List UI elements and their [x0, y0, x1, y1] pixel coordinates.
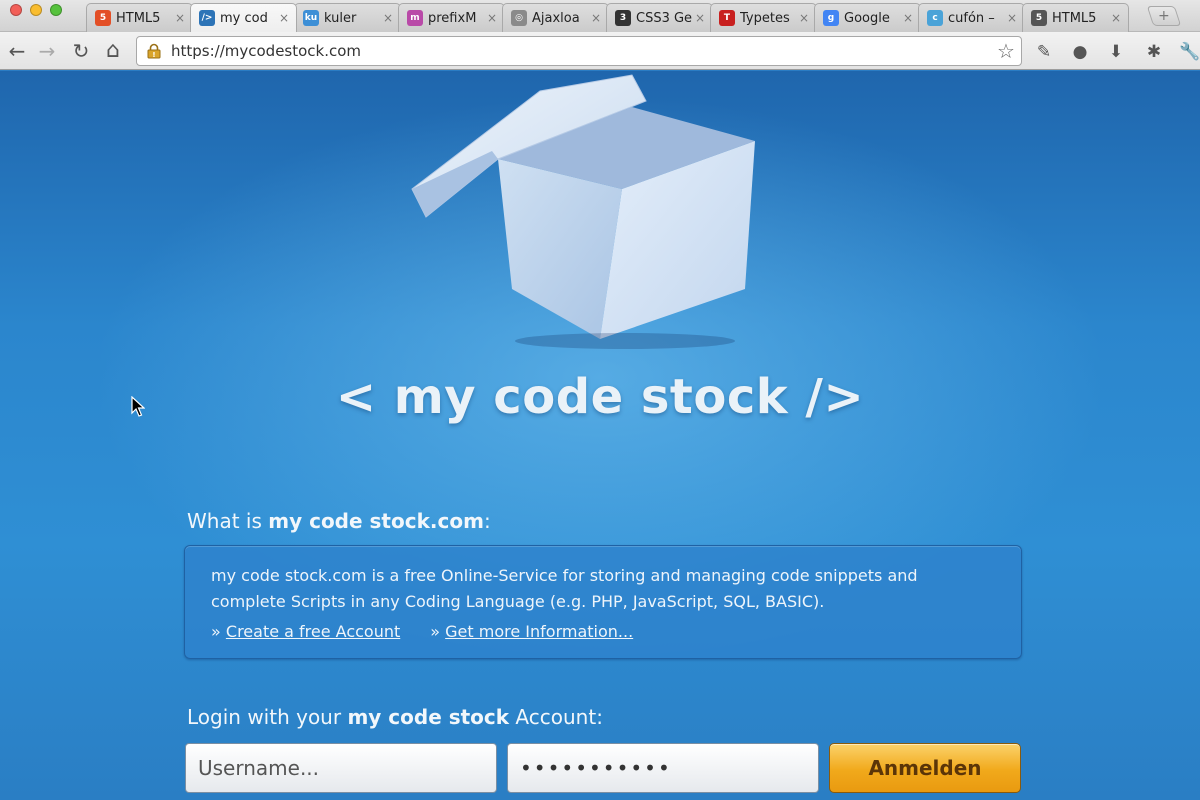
tab-label: kuler: [324, 10, 357, 26]
password-input[interactable]: •••••••••••: [507, 743, 819, 793]
tab-label: Typetes: [740, 10, 790, 26]
security-warning-lock-icon[interactable]: !: [145, 42, 163, 60]
tab-6[interactable]: T Typetes ×: [710, 3, 817, 32]
kuler-icon: ku: [303, 10, 319, 26]
bookmark-star-icon[interactable]: ☆: [991, 39, 1021, 63]
address-bar[interactable]: ! https://mycodestock.com ☆: [136, 36, 1022, 66]
tab-label: HTML5: [116, 10, 161, 26]
settings-wrench-icon[interactable]: 🔧: [1178, 40, 1200, 64]
tab-7[interactable]: g Google ×: [814, 3, 921, 32]
tab-2[interactable]: ku kuler ×: [294, 3, 401, 32]
about-description: my code stock.com is a free Online-Servi…: [211, 566, 918, 611]
create-account-link-wrap: » Create a free Account: [211, 622, 401, 641]
tab-9[interactable]: 5 HTML5 ×: [1022, 3, 1129, 32]
about-heading: What is my code stock.com:: [187, 509, 491, 533]
close-tab-icon[interactable]: ×: [486, 11, 498, 25]
box-illustration: [411, 74, 755, 349]
tab-label: HTML5: [1052, 10, 1097, 26]
reload-icon[interactable]: ↻: [68, 38, 94, 64]
tab-1[interactable]: /> my cod ×: [190, 3, 297, 32]
tab-label: Ajaxloa: [532, 10, 580, 26]
minimize-window-button[interactable]: [30, 4, 42, 16]
login-form: Username... ••••••••••• Anmelden: [185, 743, 1021, 793]
tab-label: cufón –: [948, 10, 995, 26]
close-tab-icon[interactable]: ×: [694, 11, 706, 25]
url-text: https://mycodestock.com: [171, 42, 362, 60]
username-input[interactable]: Username...: [185, 743, 497, 793]
globe-icon: ◎: [511, 10, 527, 26]
css3-generator-icon: 3: [615, 10, 631, 26]
tab-label: my cod: [220, 10, 268, 26]
more-info-link-wrap: » Get more Information...: [430, 622, 634, 641]
zoom-window-button[interactable]: [50, 4, 62, 16]
window-controls: [10, 4, 62, 16]
tab-4[interactable]: ◎ Ajaxloa ×: [502, 3, 609, 32]
more-info-link[interactable]: Get more Information...: [445, 622, 633, 641]
about-links: » Create a free Account » Get more Infor…: [211, 619, 995, 645]
close-tab-icon[interactable]: ×: [382, 11, 394, 25]
tab-8[interactable]: c cufón – ×: [918, 3, 1025, 32]
prefixmycss-icon: m: [407, 10, 423, 26]
close-tab-icon[interactable]: ×: [174, 11, 186, 25]
close-tab-icon[interactable]: ×: [278, 11, 290, 25]
close-tab-icon[interactable]: ×: [902, 11, 914, 25]
evernote-ext-icon[interactable]: ●: [1068, 40, 1092, 64]
tab-label: prefixM: [428, 10, 477, 26]
html5-icon: 5: [95, 10, 111, 26]
html5-please-icon: 5: [1031, 10, 1047, 26]
close-tab-icon[interactable]: ×: [1006, 11, 1018, 25]
tab-label: CSS3 Ge: [636, 10, 693, 26]
close-tab-icon[interactable]: ×: [1110, 11, 1122, 25]
mouse-cursor-icon: [131, 396, 145, 417]
about-info-box: my code stock.com is a free Online-Servi…: [184, 545, 1022, 659]
close-tab-icon[interactable]: ×: [798, 11, 810, 25]
site-logo: < my code stock />: [335, 369, 865, 425]
login-submit-button[interactable]: Anmelden: [829, 743, 1021, 793]
tab-label: Google: [844, 10, 890, 26]
tab-bar: 5 HTML5 × /> my cod × ku kuler × m prefixM × ◎ Ajaxlo…: [0, 0, 1200, 32]
page-content: < my code stock /> What is my code stock…: [0, 71, 1200, 800]
back-icon[interactable]: ←: [4, 38, 30, 64]
create-account-link[interactable]: Create a free Account: [226, 622, 400, 641]
download-ext-icon[interactable]: ⬇: [1104, 40, 1128, 64]
tab-3[interactable]: m prefixM ×: [398, 3, 505, 32]
cufon-icon: c: [927, 10, 943, 26]
tab-5[interactable]: 3 CSS3 Ge ×: [606, 3, 713, 32]
forward-icon[interactable]: →: [34, 38, 60, 64]
close-window-button[interactable]: [10, 4, 22, 16]
google-icon: g: [823, 10, 839, 26]
browser-toolbar: ← → ↻ ⌂ ! https://mycodestock.com ☆ ✎ ● ⬇ ✱…: [0, 32, 1200, 70]
mycodestock-icon: />: [199, 10, 215, 26]
close-tab-icon[interactable]: ×: [590, 11, 602, 25]
home-icon[interactable]: ⌂: [100, 38, 126, 64]
new-tab-button[interactable]: +: [1146, 6, 1182, 26]
svg-text:!: !: [152, 51, 155, 59]
tab-0[interactable]: 5 HTML5 ×: [86, 3, 193, 32]
bug-ext-icon[interactable]: ✱: [1142, 40, 1166, 64]
tab-strip: 5 HTML5 × /> my cod × ku kuler × m prefixM × ◎ Ajaxlo…: [86, 3, 1129, 32]
typetester-icon: T: [719, 10, 735, 26]
login-heading: Login with your my code stock Account:: [187, 705, 603, 729]
wrench-ext-icon[interactable]: ✎: [1032, 40, 1056, 64]
